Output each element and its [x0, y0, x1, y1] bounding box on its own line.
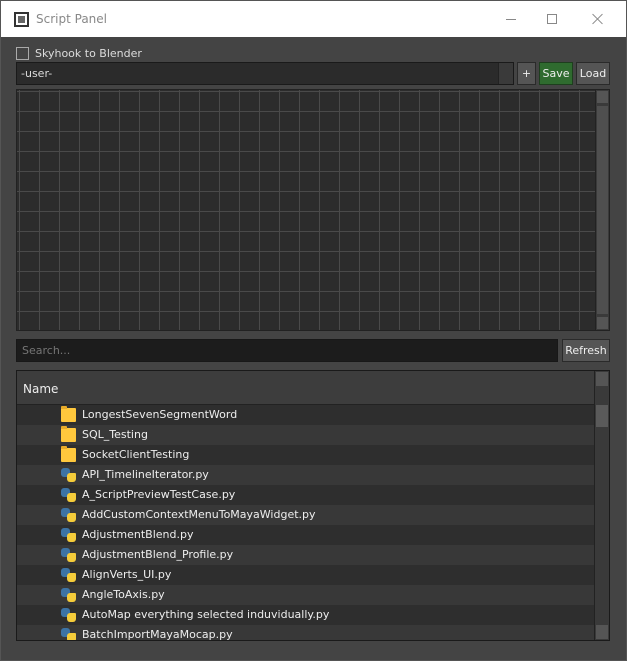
scroll-down-arrow-icon[interactable]	[596, 625, 608, 639]
tree-row[interactable]: BatchImportMayaMocap.py	[17, 625, 595, 641]
tree-rows: LongestSevenSegmentWord SQL_Testing Sock…	[17, 405, 595, 641]
python-file-icon	[61, 608, 76, 622]
tree-row[interactable]: AdjustmentBlend_Profile.py	[17, 545, 595, 565]
tree-row[interactable]: AddCustomContextMenuToMayaWidget.py	[17, 505, 595, 525]
minimize-icon	[506, 18, 516, 20]
skyhook-checkbox[interactable]	[16, 46, 29, 60]
tree-row-label: AutoMap everything selected induvidually…	[82, 608, 330, 621]
tree-scrollbar[interactable]	[594, 371, 609, 640]
python-file-icon	[61, 508, 76, 522]
tree-row-label: AdjustmentBlend_Profile.py	[82, 548, 234, 561]
profile-dropdown[interactable]: -user-	[16, 62, 514, 85]
python-file-icon	[61, 588, 76, 602]
folder-icon	[61, 406, 76, 422]
tree-row-label: API_TimelineIterator.py	[82, 468, 209, 481]
script-file-tree: Name LongestSevenSegmentWord SQL_Testing…	[16, 370, 610, 641]
python-file-icon	[61, 468, 76, 482]
tree-row-label: AngleToAxis.py	[82, 588, 165, 601]
save-button[interactable]: Save	[539, 62, 573, 85]
load-button[interactable]: Load	[576, 62, 610, 85]
grid-scrollbar[interactable]	[595, 89, 610, 331]
maximize-icon	[547, 14, 557, 24]
app-icon	[14, 12, 29, 27]
tree-column-header[interactable]: Name	[17, 371, 595, 405]
scroll-down-arrow-icon[interactable]	[597, 317, 608, 329]
tree-row-label: BatchImportMayaMocap.py	[82, 628, 233, 641]
profile-dropdown-value: -user-	[21, 67, 53, 80]
scrollbar-thumb[interactable]	[596, 405, 608, 427]
tree-row[interactable]: AlignVerts_UI.py	[17, 565, 595, 585]
python-file-icon	[61, 488, 76, 502]
add-profile-button[interactable]: +	[517, 62, 536, 85]
script-grid-area[interactable]	[16, 89, 596, 331]
scroll-up-arrow-icon[interactable]	[596, 372, 608, 386]
name-column-label: Name	[23, 382, 59, 396]
tree-row-label: SQL_Testing	[82, 428, 148, 441]
tree-row[interactable]: A_ScriptPreviewTestCase.py	[17, 485, 595, 505]
python-file-icon	[61, 548, 76, 562]
tree-row[interactable]: SocketClientTesting	[17, 445, 595, 465]
dropdown-arrow-icon[interactable]	[498, 63, 513, 84]
tree-row-label: A_ScriptPreviewTestCase.py	[82, 488, 236, 501]
close-icon	[592, 13, 604, 25]
folder-icon	[61, 446, 76, 462]
scrollbar-thumb[interactable]	[597, 106, 608, 314]
tree-row-label: LongestSevenSegmentWord	[82, 408, 238, 421]
skyhook-option[interactable]: Skyhook to Blender	[16, 45, 142, 61]
refresh-button[interactable]: Refresh	[562, 339, 610, 362]
tree-row-label: AddCustomContextMenuToMayaWidget.py	[82, 508, 316, 521]
folder-icon	[61, 426, 76, 442]
skyhook-label: Skyhook to Blender	[35, 46, 142, 60]
tree-row[interactable]: API_TimelineIterator.py	[17, 465, 595, 485]
close-button[interactable]	[575, 1, 621, 37]
tree-row-label: SocketClientTesting	[82, 448, 190, 461]
minimize-button[interactable]	[488, 1, 534, 37]
window-title: Script Panel	[36, 12, 107, 26]
python-file-icon	[61, 528, 76, 542]
python-file-icon	[61, 628, 76, 640]
tree-row[interactable]: AngleToAxis.py	[17, 585, 595, 605]
tree-row[interactable]: AdjustmentBlend.py	[17, 525, 595, 545]
python-file-icon	[61, 568, 76, 582]
tree-row[interactable]: AutoMap everything selected induvidually…	[17, 605, 595, 625]
script-panel-window: Script Panel Skyhook to Blender -user- +…	[0, 0, 627, 661]
tree-row[interactable]: LongestSevenSegmentWord	[17, 405, 595, 425]
search-input[interactable]	[16, 339, 558, 362]
tree-row[interactable]: SQL_Testing	[17, 425, 595, 445]
tree-row-label: AdjustmentBlend.py	[82, 528, 194, 541]
tree-row-label: AlignVerts_UI.py	[82, 568, 172, 581]
scroll-up-arrow-icon[interactable]	[597, 91, 608, 103]
maximize-button[interactable]	[529, 1, 575, 37]
title-bar: Script Panel	[1, 1, 626, 37]
